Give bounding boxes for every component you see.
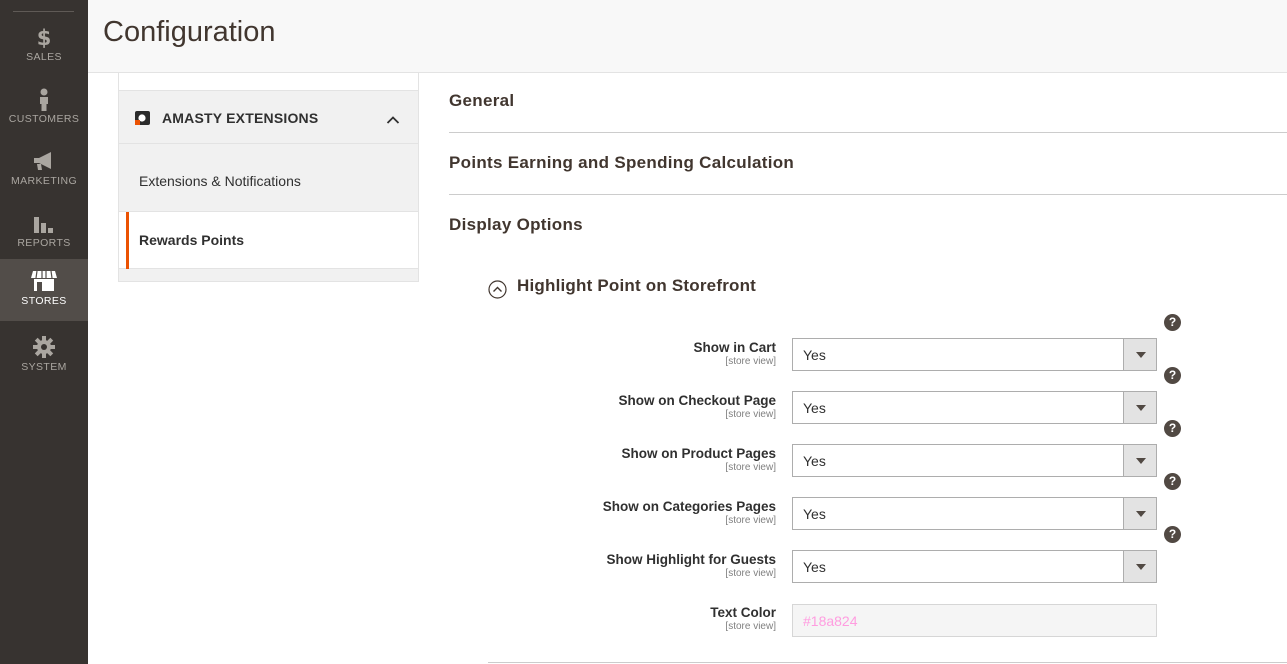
megaphone-icon	[0, 149, 88, 175]
scope-text: [store view]	[725, 356, 776, 367]
select-value: Yes	[803, 400, 826, 416]
label-text: Show Highlight for Guests	[606, 552, 777, 567]
nav-item-marketing[interactable]: MARKETING	[0, 139, 88, 201]
section-title: Points Earning and Spending Calculation	[449, 153, 795, 172]
page-header: Configuration	[88, 0, 1287, 73]
collapse-circle-icon	[488, 280, 507, 304]
amasty-logo-icon	[135, 111, 150, 125]
field-label-show-on-product: Show on Product Pages [store view]	[621, 446, 776, 473]
field-label-show-on-categories: Show on Categories Pages [store view]	[603, 499, 776, 526]
chevron-down-icon[interactable]	[1123, 339, 1156, 370]
label-text: Show on Categories Pages	[602, 499, 776, 514]
nav-item-stores[interactable]: STORES	[0, 259, 88, 321]
section-display-options[interactable]: Display Options	[449, 195, 1287, 257]
nav-label: MARKETING	[10, 175, 78, 187]
nav-item-sales[interactable]: $ SALES	[0, 15, 88, 77]
section-divider	[488, 662, 1287, 663]
scope-text: [store view]	[725, 462, 776, 473]
scope-text: [store view]	[725, 568, 776, 579]
person-icon	[0, 87, 88, 113]
nav-item-system[interactable]: SYSTEM	[0, 325, 88, 387]
chevron-up-icon[interactable]	[386, 112, 400, 130]
section-general[interactable]: General	[449, 71, 1287, 133]
text-color-input[interactable]: #18a824	[792, 604, 1157, 637]
nav-label: CUSTOMERS	[8, 113, 80, 125]
select-value: Yes	[803, 347, 826, 363]
field-label-show-for-guests: Show Highlight for Guests [store view]	[607, 552, 777, 579]
gear-icon	[0, 335, 88, 361]
config-tabs: AMASTY EXTENSIONS Extensions & Notificat…	[118, 73, 419, 282]
tab-rewards-points[interactable]: Rewards Points	[119, 212, 418, 269]
storefront-icon	[0, 269, 88, 295]
color-placeholder: #18a824	[803, 613, 858, 629]
select-value: Yes	[803, 559, 826, 575]
select-value: Yes	[803, 453, 826, 469]
nav-divider	[13, 11, 74, 12]
chevron-down-icon[interactable]	[1123, 445, 1156, 476]
bar-chart-icon	[0, 211, 88, 237]
help-icon[interactable]: ?	[1164, 367, 1181, 384]
section-title: Display Options	[449, 215, 583, 234]
show-in-cart-select[interactable]: Yes	[792, 338, 1157, 371]
label-text: Show on Checkout Page	[618, 393, 776, 408]
field-label-show-on-checkout: Show on Checkout Page [store view]	[618, 393, 776, 420]
tabs-previous-group	[119, 73, 418, 91]
show-on-checkout-select[interactable]: Yes	[792, 391, 1157, 424]
tab-label: Extensions & Notifications	[139, 173, 301, 189]
select-value: Yes	[803, 506, 826, 522]
label-text: Show in Cart	[693, 340, 776, 355]
nav-item-customers[interactable]: CUSTOMERS	[0, 77, 88, 139]
scope-text: [store view]	[725, 621, 776, 632]
help-icon[interactable]: ?	[1164, 314, 1181, 331]
nav-label: SYSTEM	[21, 361, 67, 373]
nav-label: STORES	[21, 295, 67, 307]
page-title: Configuration	[103, 16, 276, 48]
field-label-show-in-cart: Show in Cart [store view]	[693, 340, 776, 367]
nav-label: REPORTS	[17, 237, 71, 249]
show-on-product-select[interactable]: Yes	[792, 444, 1157, 477]
tab-group-amasty-extensions[interactable]: AMASTY EXTENSIONS	[119, 92, 418, 144]
chevron-down-icon[interactable]	[1123, 498, 1156, 529]
chevron-down-icon[interactable]	[1123, 392, 1156, 423]
dollar-icon: $	[0, 25, 88, 51]
field-label-text-color: Text Color [store view]	[710, 605, 776, 632]
scope-text: [store view]	[725, 409, 776, 420]
subsection-title: Highlight Point on Storefront	[517, 276, 757, 295]
svg-text:$: $	[37, 26, 52, 49]
tab-extensions-notifications[interactable]: Extensions & Notifications	[119, 145, 418, 212]
show-for-guests-select[interactable]: Yes	[792, 550, 1157, 583]
section-points-earning[interactable]: Points Earning and Spending Calculation	[449, 133, 1287, 195]
tab-label: Rewards Points	[139, 232, 245, 248]
label-text: Text Color	[710, 605, 776, 620]
section-title: General	[449, 91, 515, 110]
help-icon[interactable]: ?	[1164, 526, 1181, 543]
label-text: Show on Product Pages	[621, 446, 776, 461]
show-on-categories-select[interactable]: Yes	[792, 497, 1157, 530]
help-icon[interactable]: ?	[1164, 420, 1181, 437]
admin-sidebar: $ SALES CUSTOMERS MARKETING REPORTS STOR…	[0, 0, 88, 664]
help-icon[interactable]: ?	[1164, 473, 1181, 490]
chevron-down-icon[interactable]	[1123, 551, 1156, 582]
nav-label: SALES	[26, 51, 62, 63]
tab-group-title: AMASTY EXTENSIONS	[162, 110, 319, 126]
nav-item-reports[interactable]: REPORTS	[0, 201, 88, 263]
scope-text: [store view]	[725, 515, 776, 526]
